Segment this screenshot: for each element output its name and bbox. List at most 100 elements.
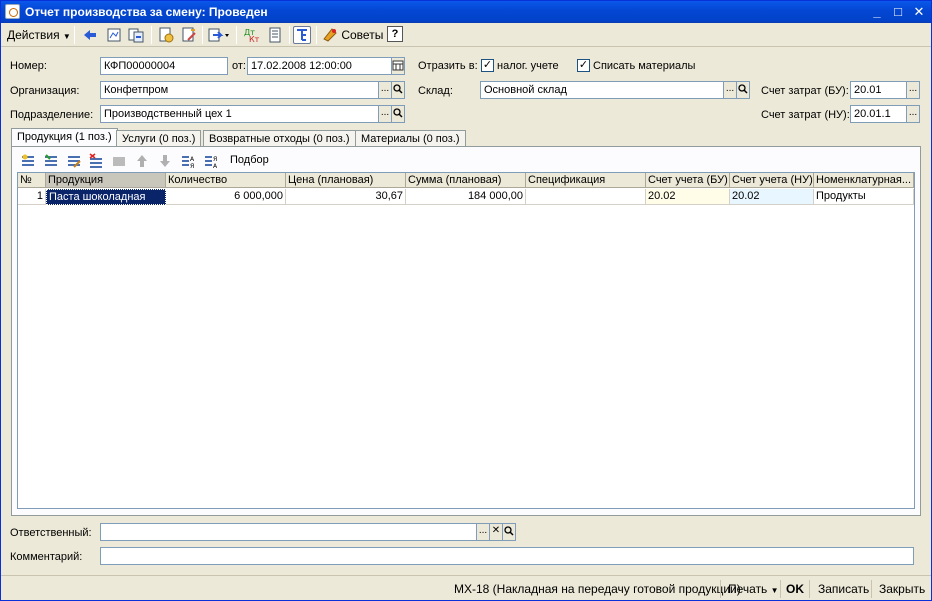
help-button[interactable]: ? [387, 26, 403, 42]
svg-text:Я: Я [190, 163, 194, 169]
structure-icon[interactable] [105, 26, 123, 44]
number-field[interactable]: КФП00000004 [100, 57, 228, 75]
column-header-planned-sum[interactable]: Сумма (плановая) [406, 173, 526, 188]
products-tab-panel: AЯ ЯA Подбор № Продукция Количество Цена… [11, 146, 921, 516]
toolbar-separator [316, 26, 317, 44]
chevron-down-icon: ▼ [62, 32, 71, 41]
dt-kt-icon[interactable]: Дт Кт [242, 26, 260, 44]
responsible-open-icon[interactable] [502, 523, 516, 541]
structure-toggle-icon[interactable] [293, 26, 311, 44]
table-header: № Продукция Количество Цена (плановая) С… [18, 173, 914, 188]
tab-services[interactable]: Услуги (0 поз.) [116, 130, 202, 147]
organization-label: Организация: [10, 85, 80, 97]
move-down-icon [157, 153, 173, 169]
column-header-account-nu[interactable]: Счет учета (НУ) [730, 173, 814, 188]
title-bar: Отчет производства за смену: Проведен _ … [1, 1, 931, 23]
bottom-separator [720, 580, 721, 598]
print-menu-button[interactable]: Печать ▼ [728, 580, 779, 598]
sort-descending-icon[interactable]: ЯA [203, 153, 219, 170]
back-arrow-icon[interactable] [81, 26, 99, 44]
print-form-button[interactable]: МХ-18 (Накладная на передачу готовой про… [454, 580, 741, 598]
cell-nomenclature-group[interactable]: Продукты [814, 189, 914, 205]
responsible-label: Ответственный: [10, 527, 92, 539]
new-document-icon[interactable] [157, 26, 175, 44]
column-header-product[interactable]: Продукция [46, 173, 166, 188]
division-select-button[interactable]: ... [378, 105, 392, 123]
tips-button[interactable]: Советы [322, 25, 383, 45]
tax-accounting-checkbox[interactable]: ✓ [481, 59, 494, 72]
document-edit-icon[interactable] [180, 26, 198, 44]
tab-returnable-waste[interactable]: Возвратные отходы (0 поз.) [203, 130, 356, 147]
toolbar-separator [289, 26, 290, 44]
calendar-icon[interactable] [391, 57, 405, 75]
cost-account-nu-field[interactable]: 20.01.1 [850, 105, 907, 123]
cost-account-bu-field[interactable]: 20.01 [850, 81, 907, 99]
chevron-down-icon: ▼ [770, 586, 779, 595]
document-list-icon[interactable] [266, 26, 284, 44]
bottom-separator [871, 580, 872, 598]
division-field[interactable]: Производственный цех 1 [100, 105, 379, 123]
bottom-bar: МХ-18 (Накладная на передачу готовой про… [1, 575, 931, 601]
division-label: Подразделение: [10, 109, 94, 121]
responsible-select-button[interactable]: ... [476, 523, 490, 541]
tab-materials[interactable]: Материалы (0 поз.) [355, 130, 466, 147]
bottom-separator [780, 580, 781, 598]
edit-row-icon[interactable] [66, 153, 82, 169]
column-header-planned-price[interactable]: Цена (плановая) [286, 173, 406, 188]
close-window-button[interactable]: ✕ [911, 4, 927, 20]
app-icon [5, 4, 20, 19]
pick-button[interactable]: Подбор [230, 154, 269, 166]
responsible-field[interactable] [100, 523, 477, 541]
organization-select-button[interactable]: ... [378, 81, 392, 99]
column-header-quantity[interactable]: Количество [166, 173, 286, 188]
cell-product[interactable]: Паста шоколадная [46, 189, 166, 205]
cell-specification[interactable] [526, 189, 646, 205]
save-button[interactable]: Записать [818, 580, 869, 598]
cell-quantity[interactable]: 6 000,000 [166, 189, 286, 205]
tab-products[interactable]: Продукция (1 поз.) [11, 128, 118, 147]
print-menu-label: Печать [728, 582, 768, 596]
add-row-icon[interactable] [20, 153, 36, 169]
warehouse-open-icon[interactable] [736, 81, 750, 99]
warehouse-select-button[interactable]: ... [723, 81, 737, 99]
cell-planned-sum[interactable]: 184 000,00 [406, 189, 526, 205]
column-header-nomenclature[interactable]: Номенклатурная... [814, 173, 914, 188]
svg-text:Я: Я [213, 156, 217, 163]
ok-button[interactable]: OK [786, 580, 804, 598]
tips-icon [323, 28, 337, 42]
cost-account-nu-select-button[interactable]: ... [906, 105, 920, 123]
cell-planned-price[interactable]: 30,67 [286, 189, 406, 205]
close-button[interactable]: Закрыть [879, 580, 925, 598]
delete-row-icon[interactable] [88, 153, 104, 169]
column-header-specification[interactable]: Спецификация [526, 173, 646, 188]
toolbar-separator [151, 26, 152, 44]
column-header-account-bu[interactable]: Счет учета (БУ) [646, 173, 730, 188]
organization-open-icon[interactable] [391, 81, 405, 99]
cost-account-bu-label: Счет затрат (БУ): [761, 85, 849, 97]
column-header-number[interactable]: № [18, 173, 46, 188]
exchange-icon[interactable] [127, 26, 145, 44]
comment-label: Комментарий: [10, 551, 83, 563]
clear-icon[interactable]: ✕ [489, 523, 503, 541]
tax-accounting-label: налог. учете [497, 60, 559, 72]
copy-row-icon[interactable] [43, 153, 59, 169]
cell-account-nu[interactable]: 20.02 [730, 189, 814, 205]
enter-based-on-icon[interactable] [207, 26, 229, 44]
date-field[interactable]: 17.02.2008 12:00:00 [247, 57, 392, 75]
bottom-separator [809, 580, 810, 598]
organization-field[interactable]: Конфетпром [100, 81, 379, 99]
maximize-button[interactable]: □ [890, 4, 906, 20]
comment-field[interactable] [100, 547, 914, 565]
cell-account-bu[interactable]: 20.02 [646, 189, 730, 205]
main-toolbar: Действия ▼ Дт Кт Советы ? [1, 23, 931, 47]
document-window: Отчет производства за смену: Проведен _ … [0, 0, 932, 601]
writeoff-materials-checkbox[interactable]: ✓ [577, 59, 590, 72]
warehouse-field[interactable]: Основной склад [480, 81, 724, 99]
actions-menu[interactable]: Действия ▼ [7, 25, 71, 45]
division-open-icon[interactable] [391, 105, 405, 123]
cost-account-bu-select-button[interactable]: ... [906, 81, 920, 99]
sort-ascending-icon[interactable]: AЯ [180, 153, 196, 170]
minimize-button[interactable]: _ [869, 4, 885, 20]
cell-number[interactable]: 1 [18, 189, 46, 205]
cost-account-nu-label: Счет затрат (НУ): [761, 109, 850, 121]
